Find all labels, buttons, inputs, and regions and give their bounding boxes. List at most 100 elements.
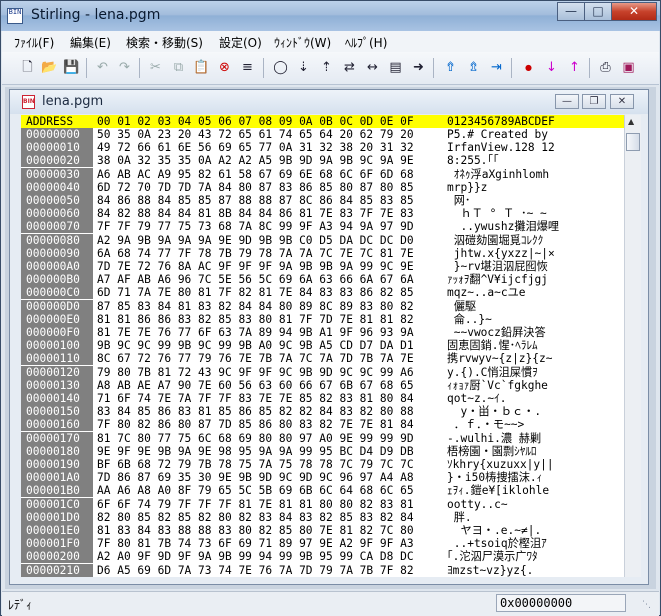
row-ascii-text[interactable]: 固恵固銷.惺･ﾍﾗﾚﾑ bbox=[447, 339, 623, 352]
row-hex-bytes[interactable]: 79 80 7B 81 72 43 9C 9F 9F 9C 9B 9D 9C 9… bbox=[97, 366, 437, 379]
row-ascii-text[interactable]: ootty..c~ bbox=[447, 498, 623, 511]
row-hex-bytes[interactable]: 84 86 88 84 85 85 87 88 88 87 8C 86 84 8… bbox=[97, 194, 437, 207]
row-ascii-text[interactable]: 胖. bbox=[447, 511, 623, 524]
table-row[interactable]: 00000120 79 80 7B 81 72 43 9C 9F 9F 9C 9B… bbox=[21, 365, 624, 379]
row-address[interactable]: 00000150 bbox=[21, 405, 93, 419]
table-row[interactable]: 00000180 9E 9F 9E 9B 9A 9E 98 95 9A 9A 99… bbox=[21, 444, 624, 458]
find-icon[interactable]: ◯ bbox=[270, 57, 291, 78]
row-address[interactable]: 00000210 bbox=[21, 563, 93, 577]
new-file-icon[interactable]: 🗋 bbox=[17, 57, 38, 78]
row-address[interactable]: 00000180 bbox=[21, 444, 93, 458]
row-address[interactable]: 000000E0 bbox=[21, 312, 93, 326]
table-row[interactable]: 000001B0 AA A6 A8 A0 8F 79 65 5C 5B 69 6B… bbox=[21, 484, 624, 498]
save-icon[interactable]: 💾 bbox=[61, 57, 82, 78]
table-row[interactable]: 000001C0 6F 6F 74 79 7F 7F 7F 81 7E 81 81… bbox=[21, 497, 624, 511]
table-row[interactable]: 000000B0 A7 AF AB A6 96 7C 5E 56 5C 69 6A… bbox=[21, 273, 624, 287]
row-hex-bytes[interactable]: 6F 6F 74 79 7F 7F 7F 81 7E 81 81 80 80 8… bbox=[97, 498, 437, 511]
row-ascii-text[interactable]: }・i50梼捜擂沫.ｨ bbox=[447, 471, 623, 484]
row-ascii-text[interactable]: ﾖmzst~vz}yz{. bbox=[447, 564, 623, 577]
row-hex-bytes[interactable]: A8 AB AE A7 90 7E 60 56 63 60 66 67 6B 6… bbox=[97, 379, 437, 392]
row-hex-bytes[interactable]: 7F 7F 79 77 75 73 68 7A 8C 99 9F A3 94 9… bbox=[97, 220, 437, 233]
table-row[interactable]: 00000100 9B 9C 9C 99 9B 9C 99 9B A0 9C 9B… bbox=[21, 339, 624, 353]
row-address[interactable]: 00000100 bbox=[21, 339, 93, 353]
row-ascii-text[interactable]: mqz~..a~cユe bbox=[447, 286, 623, 299]
table-row[interactable]: 00000110 8C 67 72 76 77 79 76 7E 7B 7A 7C… bbox=[21, 352, 624, 366]
row-hex-bytes[interactable]: 71 6F 74 7E 7A 7F 7F 83 7E 7E 85 82 83 8… bbox=[97, 392, 437, 405]
row-hex-bytes[interactable]: 9B 9C 9C 99 9B 9C 99 9B A0 9C 9B A5 CD D… bbox=[97, 339, 437, 352]
row-ascii-text[interactable]: ｵﾈｩ浮aXginhlomh bbox=[447, 168, 623, 181]
table-row[interactable]: 00000210 D6 A5 69 6D 7A 73 74 7E 76 7A 7D… bbox=[21, 563, 624, 577]
end-icon[interactable]: ⇥ bbox=[486, 57, 507, 78]
row-address[interactable]: 00000090 bbox=[21, 246, 93, 260]
document-restore-button[interactable]: ❐ bbox=[582, 94, 606, 109]
menu-help[interactable]: ﾍﾙﾌﾟ(H) bbox=[345, 34, 387, 51]
row-ascii-text[interactable]: ~~vwocz鉛屛決答 bbox=[447, 326, 623, 339]
top-icon[interactable]: ⇮ bbox=[440, 57, 461, 78]
row-hex-bytes[interactable]: 9E 9F 9E 9B 9A 9E 98 95 9A 9A 99 95 BC D… bbox=[97, 445, 437, 458]
row-ascii-text[interactable]: 8:255.｢｢ bbox=[447, 154, 623, 167]
row-address[interactable]: 00000050 bbox=[21, 194, 93, 207]
row-ascii-text[interactable]: }~rv堪沮泅屁囮恢 bbox=[447, 260, 623, 273]
table-row[interactable]: 00000030 A6 AB AC A9 95 82 61 58 67 69 6E… bbox=[21, 167, 624, 181]
row-hex-bytes[interactable]: 7F 80 81 7B 74 73 6F 69 71 89 97 9E A2 9… bbox=[97, 537, 437, 550]
row-ascii-text[interactable]: IrfanView.128 12 bbox=[447, 141, 623, 154]
row-ascii-text[interactable]: ｢.沱泅尸漠示广ﾜﾀ bbox=[447, 550, 623, 563]
table-row[interactable]: 00000160 7F 80 82 86 80 87 7D 85 86 80 83… bbox=[21, 418, 624, 432]
row-address[interactable]: 000001A0 bbox=[21, 471, 93, 485]
cut-icon[interactable]: ✂ bbox=[145, 57, 166, 78]
mark-prev-icon[interactable]: ↑ bbox=[564, 57, 585, 78]
row-ascii-text[interactable]: ．ｆ．・モ~~> bbox=[447, 418, 623, 431]
row-hex-bytes[interactable]: 81 83 84 83 88 88 83 80 82 85 80 7E 81 8… bbox=[97, 524, 437, 537]
row-ascii-text[interactable]: ｪｦｨ.鎧e¥[iklohle bbox=[447, 484, 623, 497]
row-hex-bytes[interactable]: 84 82 88 84 84 81 8B 84 84 86 81 7E 83 7… bbox=[97, 207, 437, 220]
row-hex-bytes[interactable]: 38 0A 32 35 35 0A A2 A2 A5 9B 9D 9A 9B 9… bbox=[97, 154, 437, 167]
table-row[interactable]: 000000A0 7D 7E 72 76 8A AC 9F 9F 9F 9A 9B… bbox=[21, 260, 624, 273]
row-ascii-text[interactable]: 携rvwyv~{z|z}{z~ bbox=[447, 352, 623, 365]
row-ascii-text[interactable]: mrp}}z bbox=[447, 181, 623, 194]
book-icon[interactable]: ▣ bbox=[618, 57, 639, 78]
document-title-bar[interactable]: BIN lena.pgm — ❐ ✕ bbox=[10, 90, 648, 114]
table-row[interactable]: 000001E0 81 83 84 83 88 88 83 80 82 85 80… bbox=[21, 524, 624, 537]
table-row[interactable]: 000000C0 6D 71 7A 7E 80 81 7F 82 81 7E 84… bbox=[21, 286, 624, 300]
table-row[interactable]: 000001F0 7F 80 81 7B 74 73 6F 69 71 89 97… bbox=[21, 537, 624, 551]
jump-icon[interactable]: ➜ bbox=[408, 57, 429, 78]
row-ascii-text[interactable]: y・畄・ｂｃ・. bbox=[447, 405, 623, 418]
block-icon[interactable]: ▤ bbox=[385, 57, 406, 78]
copy-icon[interactable]: ⧉ bbox=[168, 57, 189, 78]
menu-file[interactable]: ﾌｧｲﾙ(F) bbox=[14, 34, 54, 51]
hex-grid[interactable]: ADDRESS 00 01 02 03 04 05 06 07 08 09 0A… bbox=[21, 115, 624, 577]
table-row[interactable]: 000001D0 82 80 85 82 85 82 80 82 83 84 83… bbox=[21, 510, 624, 524]
title-bar[interactable]: BIN Stirling - lena.pgm — □ ✕ bbox=[1, 1, 660, 31]
table-row[interactable]: 00000060 84 82 88 84 84 81 8B 84 84 86 81… bbox=[21, 207, 624, 221]
row-hex-bytes[interactable]: 6A 68 74 77 7F 78 7B 79 78 7A 7A 7C 7E 7… bbox=[97, 247, 437, 260]
row-hex-bytes[interactable]: A6 AB AC A9 95 82 61 58 67 69 6E 68 6C 6… bbox=[97, 168, 437, 181]
row-ascii-text[interactable]: 泅磑劾園堀覓ｺﾚｸｸ bbox=[447, 234, 623, 247]
replace-icon[interactable]: ⇄ bbox=[339, 57, 360, 78]
menu-edit[interactable]: 編集(E) bbox=[70, 34, 111, 51]
row-address[interactable]: 00000170 bbox=[21, 431, 93, 445]
table-row[interactable]: 00000050 84 86 88 84 85 85 87 88 88 87 8C… bbox=[21, 194, 624, 207]
row-ascii-text[interactable]: ｈＴ ° Ｔ ･~ ~ bbox=[447, 207, 623, 220]
mark-icon[interactable]: ● bbox=[518, 57, 539, 78]
row-hex-bytes[interactable]: 81 7C 80 77 75 6C 68 69 80 80 97 A0 9E 9… bbox=[97, 432, 437, 445]
row-ascii-text[interactable]: ..ywushz攤泪爆哩 bbox=[447, 220, 623, 233]
row-address[interactable]: 00000080 bbox=[21, 233, 93, 247]
row-address[interactable]: 00000110 bbox=[21, 352, 93, 366]
document-close-button[interactable]: ✕ bbox=[610, 94, 634, 109]
row-hex-bytes[interactable]: 6D 72 70 7D 7D 7A 84 80 87 83 86 85 80 8… bbox=[97, 181, 437, 194]
row-hex-bytes[interactable]: 82 80 85 82 85 82 80 82 83 84 83 82 85 8… bbox=[97, 511, 437, 524]
paste-icon[interactable]: 📋 bbox=[191, 57, 212, 78]
row-address[interactable]: 00000160 bbox=[21, 418, 93, 432]
row-ascii-text[interactable]: 梧榜園・園剽ｼﾔﾙﾛ bbox=[447, 445, 623, 458]
row-address[interactable]: 00000130 bbox=[21, 378, 93, 392]
open-folder-icon[interactable]: 📂 bbox=[39, 57, 60, 78]
menu-search[interactable]: 検索・移動(S) bbox=[126, 34, 203, 51]
table-row[interactable]: 00000020 38 0A 32 35 35 0A A2 A2 A5 9B 9D… bbox=[21, 154, 624, 168]
row-address[interactable]: 000001E0 bbox=[21, 524, 93, 537]
vertical-scrollbar[interactable]: ▲ bbox=[624, 115, 641, 577]
row-ascii-text[interactable]: 侖..}~ bbox=[447, 313, 623, 326]
table-row[interactable]: 00000040 6D 72 70 7D 7D 7A 84 80 87 83 86… bbox=[21, 180, 624, 194]
row-address[interactable]: 000000C0 bbox=[21, 286, 93, 300]
row-address[interactable]: 00000070 bbox=[21, 220, 93, 234]
row-ascii-text[interactable]: ヤヨ・.e.~≠|. bbox=[447, 524, 623, 537]
